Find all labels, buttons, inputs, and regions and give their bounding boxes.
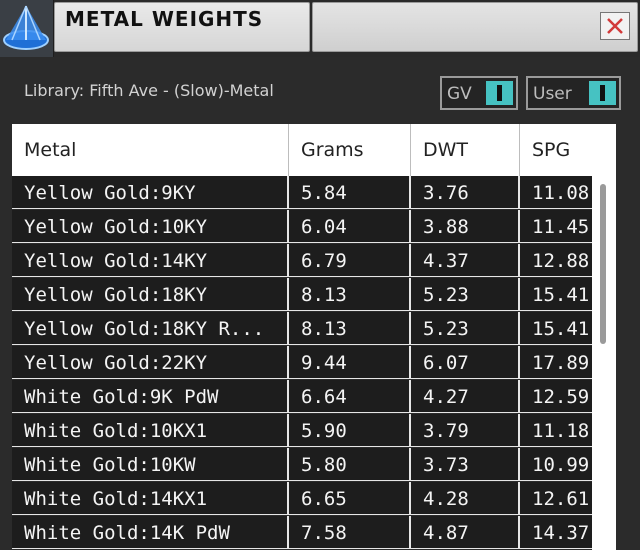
- table-row[interactable]: Yellow Gold:18KY 8.13 5.23 15.41: [12, 278, 592, 312]
- cell-spg: 11.45: [520, 210, 592, 243]
- user-toggle[interactable]: User: [526, 76, 621, 110]
- column-header-dwt[interactable]: DWT: [411, 124, 520, 176]
- table-row[interactable]: White Gold:10KW 5.80 3.73 10.99: [12, 448, 592, 482]
- cell-dwt: 4.87: [411, 516, 520, 549]
- gv-toggle-switch[interactable]: [486, 81, 513, 105]
- cell-grams: 6.04: [289, 210, 411, 243]
- column-header-spg[interactable]: SPG: [520, 124, 592, 176]
- cell-spg: 15.41: [520, 312, 592, 345]
- cell-dwt: 3.79: [411, 414, 520, 447]
- vertical-scrollbar[interactable]: [592, 176, 616, 550]
- cell-spg: 10.99: [520, 448, 592, 481]
- cell-grams: 8.13: [289, 278, 411, 311]
- table-row[interactable]: Yellow Gold:14KY 6.79 4.37 12.88: [12, 244, 592, 278]
- table-row[interactable]: Yellow Gold:10KY 6.04 3.88 11.45: [12, 210, 592, 244]
- cell-spg: 15.41: [520, 278, 592, 311]
- cell-dwt: 6.07: [411, 346, 520, 379]
- cell-dwt: 4.28: [411, 482, 520, 515]
- gv-toggle-label: GV: [447, 84, 472, 104]
- cell-grams: 5.80: [289, 448, 411, 481]
- table-row[interactable]: White Gold:14KX1 6.65 4.28 12.61: [12, 482, 592, 516]
- title-bar-filler: [312, 2, 638, 52]
- cell-spg: 17.89: [520, 346, 592, 379]
- table-header: Metal Grams DWT SPG: [12, 124, 616, 176]
- cell-dwt: 4.37: [411, 244, 520, 277]
- cell-spg: 12.59: [520, 380, 592, 413]
- cell-metal: Yellow Gold:22KY: [12, 346, 289, 379]
- cell-grams: 8.13: [289, 312, 411, 345]
- cell-metal: White Gold:10KW: [12, 448, 289, 481]
- cell-metal: Yellow Gold:14KY: [12, 244, 289, 277]
- cell-grams: 5.84: [289, 176, 411, 209]
- user-toggle-switch[interactable]: [589, 81, 616, 105]
- title-panel: METAL WEIGHTS: [54, 2, 310, 52]
- cell-dwt: 5.23: [411, 312, 520, 345]
- cell-dwt: 3.88: [411, 210, 520, 243]
- table-row[interactable]: White Gold:14K PdW 7.58 4.87 14.37: [12, 516, 592, 550]
- cell-metal: White Gold:9K PdW: [12, 380, 289, 413]
- cell-spg: 11.18: [520, 414, 592, 447]
- window-title: METAL WEIGHTS: [65, 7, 264, 31]
- cell-spg: 12.88: [520, 244, 592, 277]
- cell-metal: White Gold:14K PdW: [12, 516, 289, 549]
- close-button[interactable]: [600, 12, 630, 40]
- cell-dwt: 3.73: [411, 448, 520, 481]
- metal-weights-table: Metal Grams DWT SPG Yellow Gold:9KY 5.84 3…: [12, 124, 616, 550]
- cell-spg: 12.61: [520, 482, 592, 515]
- cell-grams: 7.58: [289, 516, 411, 549]
- cell-dwt: 4.27: [411, 380, 520, 413]
- table-row[interactable]: White Gold:10KX1 5.90 3.79 11.18: [12, 414, 592, 448]
- table-row[interactable]: White Gold:9K PdW 6.64 4.27 12.59: [12, 380, 592, 414]
- cell-metal: Yellow Gold:10KY: [12, 210, 289, 243]
- title-bar: METAL WEIGHTS: [0, 0, 640, 57]
- app-logo-icon[interactable]: [0, 0, 54, 57]
- column-header-metal[interactable]: Metal: [12, 124, 289, 176]
- cell-grams: 6.64: [289, 380, 411, 413]
- cell-grams: 9.44: [289, 346, 411, 379]
- cell-spg: 14.37: [520, 516, 592, 549]
- cell-metal: White Gold:10KX1: [12, 414, 289, 447]
- cell-grams: 6.65: [289, 482, 411, 515]
- cell-spg: 11.08: [520, 176, 592, 209]
- cell-metal: Yellow Gold:18KY: [12, 278, 289, 311]
- cell-grams: 6.79: [289, 244, 411, 277]
- cell-dwt: 5.23: [411, 278, 520, 311]
- cell-dwt: 3.76: [411, 176, 520, 209]
- column-header-grams[interactable]: Grams: [289, 124, 411, 176]
- cell-grams: 5.90: [289, 414, 411, 447]
- scrollbar-thumb[interactable]: [600, 184, 606, 344]
- table-row[interactable]: Yellow Gold:18KY R... 8.13 5.23 15.41: [12, 312, 592, 346]
- table-row[interactable]: Yellow Gold:22KY 9.44 6.07 17.89: [12, 346, 592, 380]
- library-label: Library: Fifth Ave - (Slow)-Metal: [24, 81, 274, 100]
- user-toggle-label: User: [533, 84, 572, 104]
- close-icon: [607, 18, 623, 34]
- cell-metal: Yellow Gold:18KY R...: [12, 312, 289, 345]
- cell-metal: White Gold:14KX1: [12, 482, 289, 515]
- cell-metal: Yellow Gold:9KY: [12, 176, 289, 209]
- table-row[interactable]: Yellow Gold:9KY 5.84 3.76 11.08: [12, 176, 592, 210]
- gv-toggle[interactable]: GV: [440, 76, 518, 110]
